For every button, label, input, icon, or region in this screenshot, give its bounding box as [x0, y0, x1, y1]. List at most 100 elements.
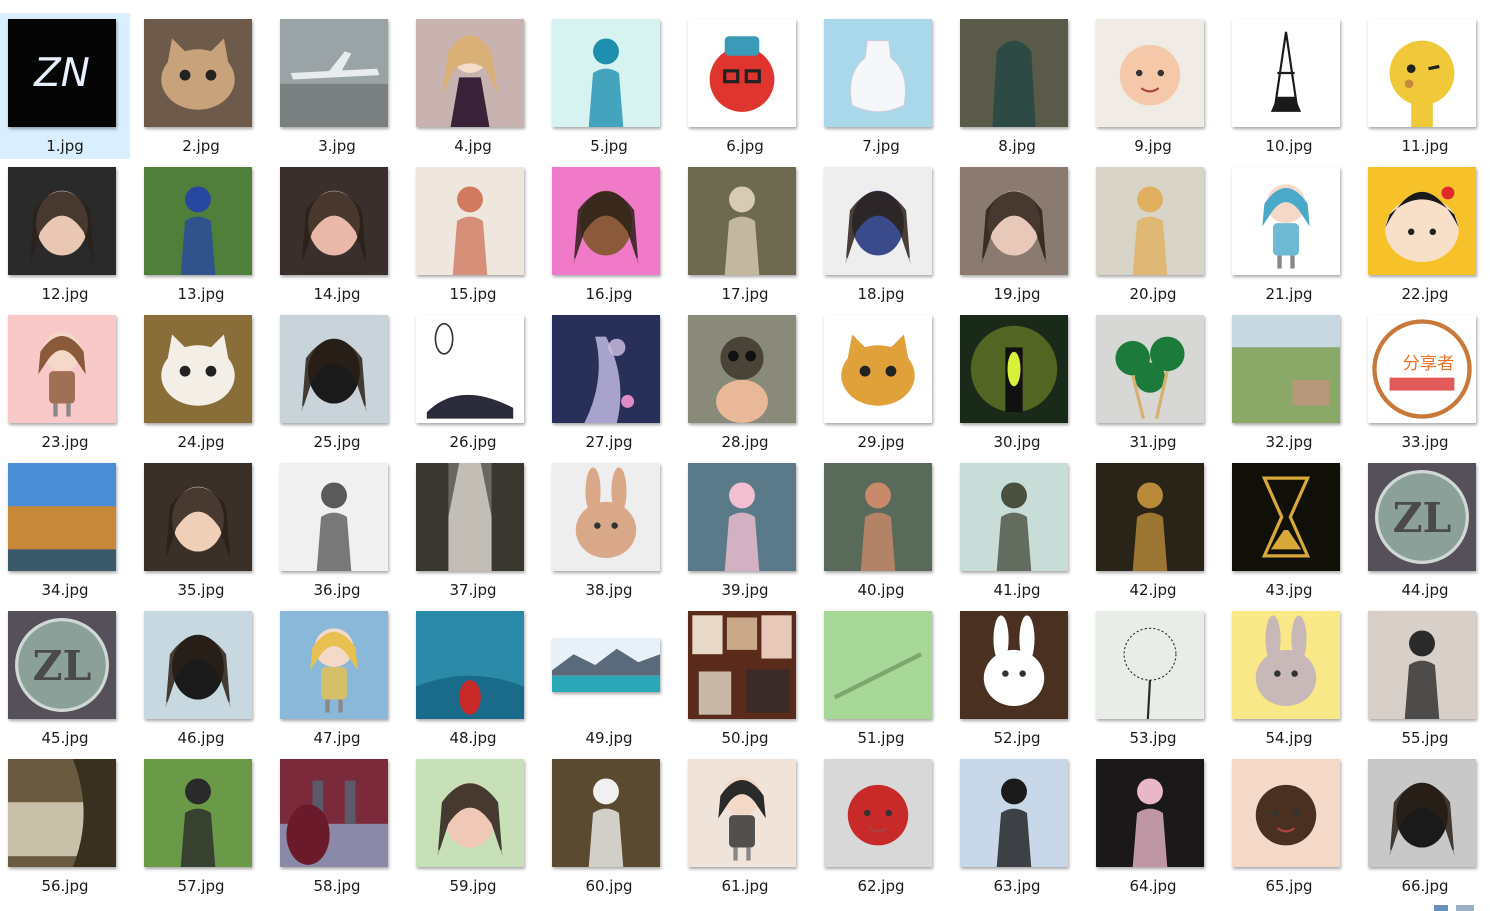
file-item[interactable]: 52.jpg — [952, 605, 1082, 751]
file-item[interactable]: 5.jpg — [544, 13, 674, 159]
file-item[interactable]: 50.jpg — [680, 605, 810, 751]
file-item[interactable]: 46.jpg — [136, 605, 266, 751]
file-name: 3.jpg — [318, 137, 356, 155]
file-item[interactable]: 37.jpg — [408, 457, 538, 603]
file-item[interactable]: 6.jpg — [680, 13, 810, 159]
file-item[interactable]: 54.jpg — [1224, 605, 1354, 751]
file-name: 41.jpg — [993, 581, 1041, 599]
file-item[interactable]: 62.jpg — [816, 753, 946, 899]
file-name: 39.jpg — [721, 581, 769, 599]
file-item[interactable]: 42.jpg — [1088, 457, 1218, 603]
file-item[interactable]: 26.jpg — [408, 309, 538, 455]
file-item[interactable]: 65.jpg — [1224, 753, 1354, 899]
image-thumbnail — [960, 167, 1068, 275]
file-item[interactable]: 31.jpg — [1088, 309, 1218, 455]
file-item[interactable]: 7.jpg — [816, 13, 946, 159]
file-item[interactable]: 36.jpg — [272, 457, 402, 603]
file-item[interactable]: 10.jpg — [1224, 13, 1354, 159]
file-name: 44.jpg — [1401, 581, 1449, 599]
file-item[interactable]: 59.jpg — [408, 753, 538, 899]
file-name: 17.jpg — [721, 285, 769, 303]
file-item[interactable]: 分享者 33.jpg — [1360, 309, 1490, 455]
file-item[interactable]: 41.jpg — [952, 457, 1082, 603]
file-item[interactable]: 25.jpg — [272, 309, 402, 455]
image-thumbnail — [960, 19, 1068, 127]
file-item[interactable]: 64.jpg — [1088, 753, 1218, 899]
svg-text:分享者: 分享者 — [1403, 354, 1455, 374]
view-toggle-icon[interactable] — [1434, 905, 1448, 911]
file-name: 49.jpg — [585, 729, 633, 747]
image-thumbnail — [280, 759, 388, 867]
file-name: 10.jpg — [1265, 137, 1313, 155]
file-item[interactable]: 47.jpg — [272, 605, 402, 751]
file-item[interactable]: 48.jpg — [408, 605, 538, 751]
file-item[interactable]: 53.jpg — [1088, 605, 1218, 751]
file-item[interactable]: 39.jpg — [680, 457, 810, 603]
file-name: 42.jpg — [1129, 581, 1177, 599]
file-item[interactable]: 12.jpg — [0, 161, 130, 307]
image-thumbnail — [552, 638, 660, 692]
file-item[interactable]: 40.jpg — [816, 457, 946, 603]
file-item[interactable]: 14.jpg — [272, 161, 402, 307]
file-item[interactable]: 20.jpg — [1088, 161, 1218, 307]
file-item[interactable]: 51.jpg — [816, 605, 946, 751]
file-name: 13.jpg — [177, 285, 225, 303]
image-thumbnail — [552, 463, 660, 571]
image-thumbnail — [416, 167, 524, 275]
file-name: 14.jpg — [313, 285, 361, 303]
file-item[interactable]: 66.jpg — [1360, 753, 1490, 899]
image-thumbnail — [144, 315, 252, 423]
file-item[interactable]: 34.jpg — [0, 457, 130, 603]
image-thumbnail: 分享者 — [1368, 315, 1476, 423]
file-item[interactable]: 38.jpg — [544, 457, 674, 603]
file-item[interactable]: ZL 45.jpg — [0, 605, 130, 751]
image-thumbnail — [1368, 759, 1476, 867]
file-name: 36.jpg — [313, 581, 361, 599]
file-item[interactable]: ZL 44.jpg — [1360, 457, 1490, 603]
file-item[interactable]: 23.jpg — [0, 309, 130, 455]
file-item[interactable]: 2.jpg — [136, 13, 266, 159]
image-thumbnail — [960, 463, 1068, 571]
file-item[interactable]: 8.jpg — [952, 13, 1082, 159]
file-item[interactable]: 19.jpg — [952, 161, 1082, 307]
file-name: 64.jpg — [1129, 877, 1177, 895]
file-item[interactable]: 4.jpg — [408, 13, 538, 159]
view-toggle-icon-alt[interactable] — [1456, 905, 1474, 911]
file-name: 24.jpg — [177, 433, 225, 451]
file-item[interactable]: 57.jpg — [136, 753, 266, 899]
file-item[interactable]: 58.jpg — [272, 753, 402, 899]
svg-text:ZN: ZN — [33, 51, 90, 96]
file-item[interactable]: 22.jpg — [1360, 161, 1490, 307]
image-thumbnail — [280, 19, 388, 127]
file-item[interactable]: 61.jpg — [680, 753, 810, 899]
file-item[interactable]: 32.jpg — [1224, 309, 1354, 455]
file-item[interactable]: 63.jpg — [952, 753, 1082, 899]
file-item[interactable]: 17.jpg — [680, 161, 810, 307]
file-item[interactable]: 16.jpg — [544, 161, 674, 307]
file-name: 31.jpg — [1129, 433, 1177, 451]
file-item[interactable]: 15.jpg — [408, 161, 538, 307]
file-item[interactable]: 18.jpg — [816, 161, 946, 307]
file-item[interactable]: 21.jpg — [1224, 161, 1354, 307]
file-item[interactable]: 43.jpg — [1224, 457, 1354, 603]
file-name: 58.jpg — [313, 877, 361, 895]
file-item[interactable]: 29.jpg — [816, 309, 946, 455]
image-thumbnail — [280, 463, 388, 571]
file-name: 1.jpg — [46, 137, 84, 155]
file-item[interactable]: 55.jpg — [1360, 605, 1490, 751]
file-item[interactable]: 9.jpg — [1088, 13, 1218, 159]
file-item[interactable]: 56.jpg — [0, 753, 130, 899]
file-item[interactable]: ZN 1.jpg — [0, 13, 130, 159]
file-item[interactable]: 27.jpg — [544, 309, 674, 455]
file-item[interactable]: 60.jpg — [544, 753, 674, 899]
file-item[interactable]: 3.jpg — [272, 13, 402, 159]
file-name: 6.jpg — [726, 137, 764, 155]
file-item[interactable]: 35.jpg — [136, 457, 266, 603]
file-item[interactable]: 28.jpg — [680, 309, 810, 455]
file-item[interactable]: 30.jpg — [952, 309, 1082, 455]
file-item[interactable]: 13.jpg — [136, 161, 266, 307]
file-item[interactable]: 11.jpg — [1360, 13, 1490, 159]
image-thumbnail — [1096, 759, 1204, 867]
file-item[interactable]: 24.jpg — [136, 309, 266, 455]
file-item[interactable]: 49.jpg — [544, 605, 674, 751]
